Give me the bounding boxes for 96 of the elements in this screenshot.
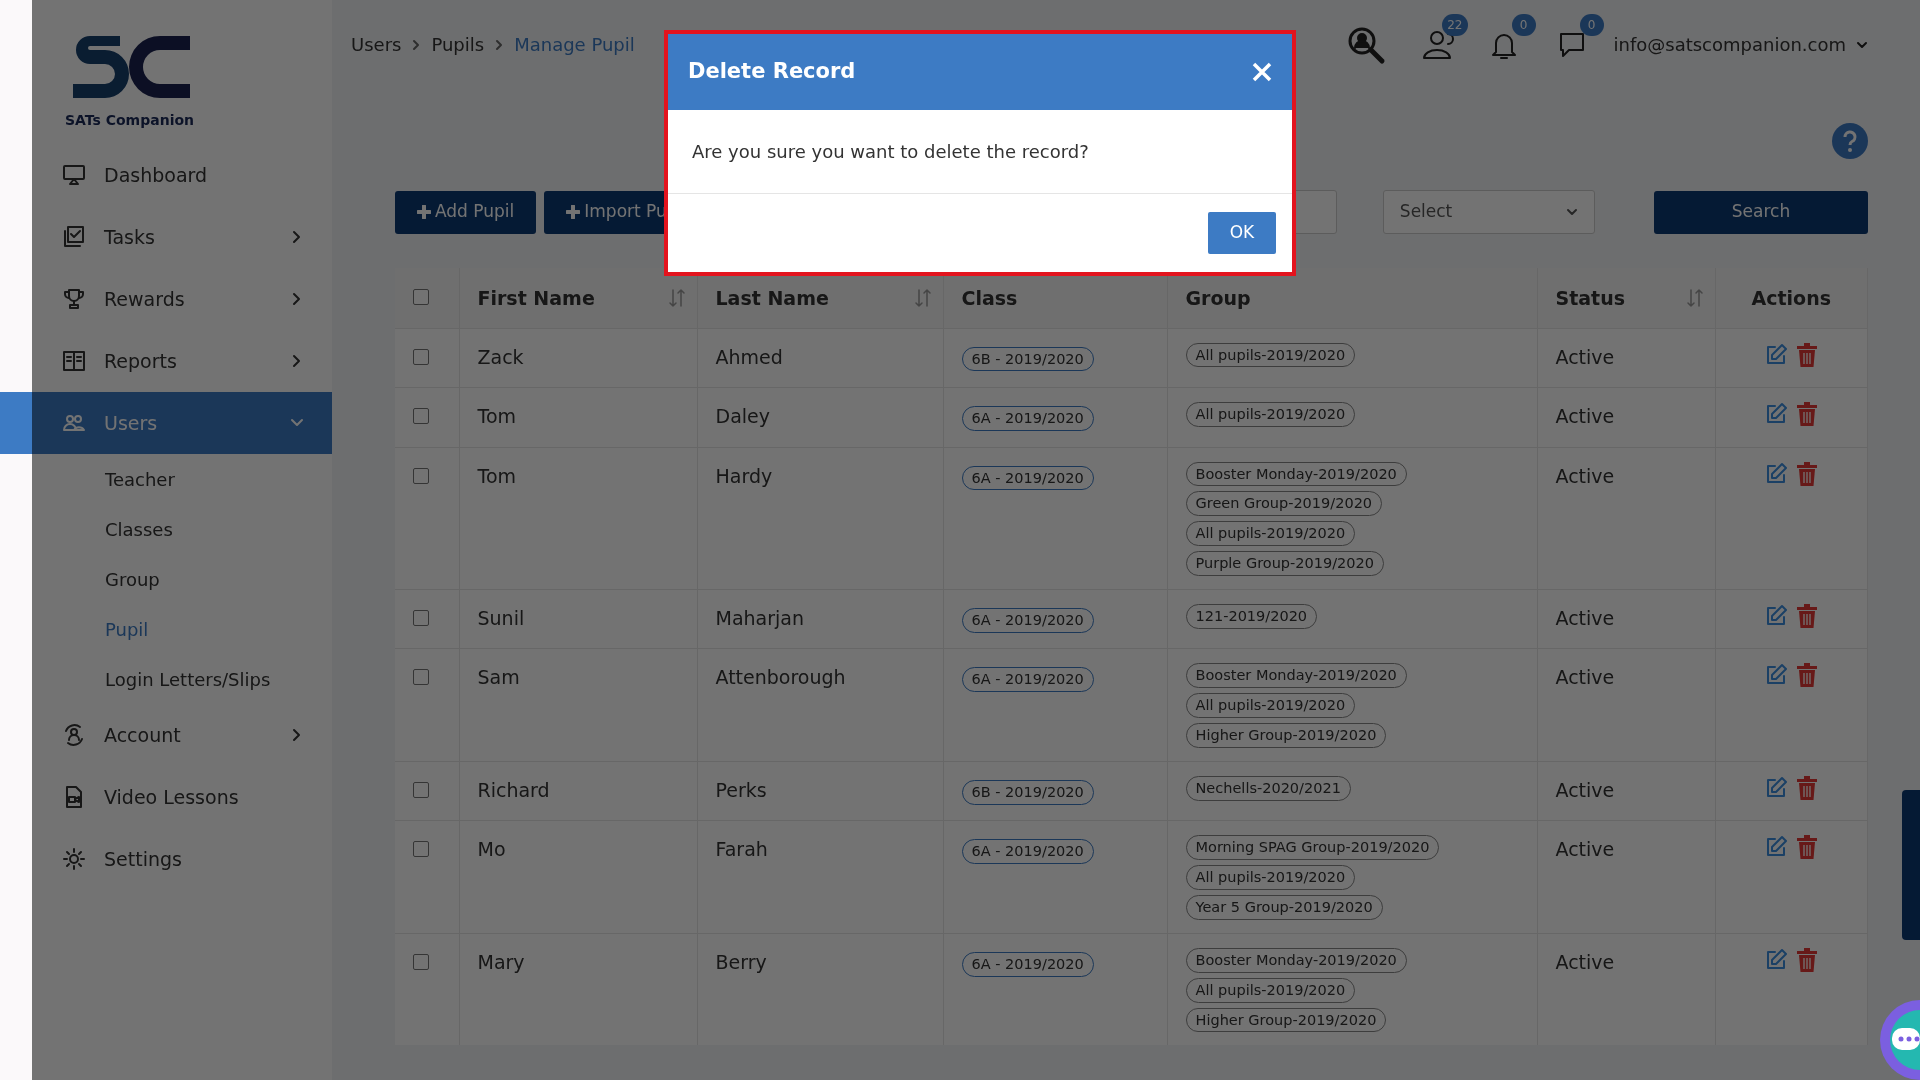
- column-header[interactable]: Status: [1555, 286, 1625, 309]
- row-checkbox[interactable]: [413, 467, 429, 484]
- submenu-item[interactable]: Classes: [105, 504, 173, 554]
- trash-icon[interactable]: [1796, 835, 1819, 860]
- search-button[interactable]: Search: [1654, 190, 1868, 234]
- row-checkbox[interactable]: [413, 953, 429, 970]
- table-cell: Berry: [715, 950, 767, 973]
- trash-icon[interactable]: [1796, 461, 1819, 486]
- account-icon: [62, 723, 86, 747]
- help-icon[interactable]: [1832, 122, 1868, 159]
- count-badge: 0: [1579, 13, 1604, 36]
- table-cell: Sam: [477, 666, 520, 689]
- row-checkbox[interactable]: [413, 669, 429, 686]
- table-cell: Tom: [477, 464, 516, 487]
- chevron-icon: [494, 37, 505, 52]
- sidebar-item[interactable]: Dashboard: [32, 144, 332, 206]
- status-select[interactable]: Select: [1382, 190, 1595, 234]
- sidebar-item[interactable]: Video Lessons: [32, 766, 332, 828]
- row-checkbox[interactable]: [413, 781, 429, 798]
- column-header: Actions: [1751, 286, 1831, 309]
- sidebar-item[interactable]: Tasks: [32, 206, 332, 268]
- trophy-icon: [62, 287, 86, 311]
- book-icon: [62, 349, 86, 373]
- row-checkbox[interactable]: [413, 348, 429, 365]
- trash-icon[interactable]: [1796, 402, 1819, 426]
- table-cell: Mo: [477, 838, 506, 861]
- monitor-icon: [62, 163, 86, 187]
- sidebar-item[interactable]: Users: [32, 392, 332, 454]
- sidebar-item[interactable]: Settings: [32, 828, 332, 890]
- table-cell: Active: [1555, 666, 1615, 689]
- dialog-title: Delete Record: [688, 58, 856, 86]
- edit-icon[interactable]: [1764, 342, 1789, 367]
- table-cell: Daley: [715, 405, 770, 427]
- submenu-item[interactable]: Group: [105, 554, 160, 604]
- table-cell: Active: [1555, 606, 1615, 629]
- table-cell: Maharjan: [715, 606, 804, 629]
- column-header[interactable]: First Name: [477, 286, 595, 309]
- table-cell: Tom: [477, 405, 516, 427]
- edit-icon[interactable]: [1764, 603, 1789, 628]
- edit-icon[interactable]: [1764, 402, 1789, 426]
- table-cell: Richard: [477, 778, 550, 801]
- row-checkbox[interactable]: [413, 408, 429, 424]
- table-cell: Active: [1555, 778, 1615, 801]
- table-cell: Active: [1555, 345, 1615, 368]
- count-badge: 0: [1511, 13, 1536, 36]
- dialog-message: Are you sure you want to delete the record?: [668, 110, 1292, 194]
- row-checkbox[interactable]: [413, 609, 429, 626]
- sidebar-item[interactable]: Reports: [32, 330, 332, 392]
- sidebar-item[interactable]: Account: [32, 704, 332, 766]
- column-header: Group: [1185, 286, 1251, 309]
- sidebar-item[interactable]: Rewards: [32, 268, 332, 330]
- sort-icon[interactable]: [912, 288, 933, 308]
- active-indicator: [0, 392, 32, 454]
- edit-icon[interactable]: [1764, 775, 1789, 800]
- submenu-item[interactable]: Pupil: [105, 604, 149, 654]
- edit-icon[interactable]: [1764, 461, 1789, 486]
- table-cell: Mary: [477, 950, 525, 973]
- close-button[interactable]: [1252, 62, 1272, 82]
- table-cell: Active: [1555, 405, 1615, 427]
- trash-icon[interactable]: [1796, 947, 1819, 972]
- plus-icon: [417, 205, 431, 219]
- sort-icon[interactable]: [666, 288, 687, 308]
- table-cell: Sunil: [477, 606, 525, 629]
- column-header: Class: [961, 286, 1018, 309]
- table-cell: Active: [1555, 838, 1615, 861]
- trash-icon[interactable]: [1796, 603, 1819, 628]
- table-cell: Active: [1555, 950, 1615, 973]
- table-cell: Farah: [715, 838, 768, 861]
- edit-icon[interactable]: [1764, 947, 1789, 972]
- select-all-checkbox[interactable]: [413, 289, 429, 305]
- toolbar-button[interactable]: Add Pupil: [395, 190, 537, 234]
- count-badge: 22: [1442, 13, 1468, 36]
- breadcrumb-link[interactable]: Users: [351, 31, 402, 58]
- ok-button[interactable]: OK: [1208, 212, 1276, 254]
- table-cell: Perks: [715, 778, 767, 801]
- table-cell: Zack: [477, 345, 524, 368]
- plus-icon: [566, 205, 581, 219]
- chevron-icon: [411, 37, 422, 52]
- submenu-item[interactable]: Teacher: [105, 454, 175, 504]
- table-cell: Active: [1555, 464, 1615, 487]
- logo-text: SATs Companion: [65, 111, 195, 130]
- sort-icon[interactable]: [1684, 288, 1705, 308]
- trash-icon[interactable]: [1796, 663, 1819, 688]
- table-cell: Attenborough: [715, 666, 846, 689]
- table-cell: Ahmed: [715, 345, 783, 368]
- trash-icon[interactable]: [1796, 342, 1819, 367]
- column-header[interactable]: Last Name: [715, 286, 829, 309]
- row-checkbox[interactable]: [413, 841, 429, 858]
- breadcrumb-link[interactable]: Manage Pupil: [514, 31, 635, 58]
- user-menu[interactable]: info@satscompanion.com: [1613, 31, 1846, 58]
- trash-icon[interactable]: [1796, 775, 1819, 800]
- submenu-item[interactable]: Login Letters/Slips: [105, 654, 271, 704]
- breadcrumb-link[interactable]: Pupils: [431, 31, 485, 58]
- table-cell: Hardy: [715, 464, 773, 487]
- caret-icon: [1565, 206, 1578, 218]
- checklist-icon: [62, 225, 86, 249]
